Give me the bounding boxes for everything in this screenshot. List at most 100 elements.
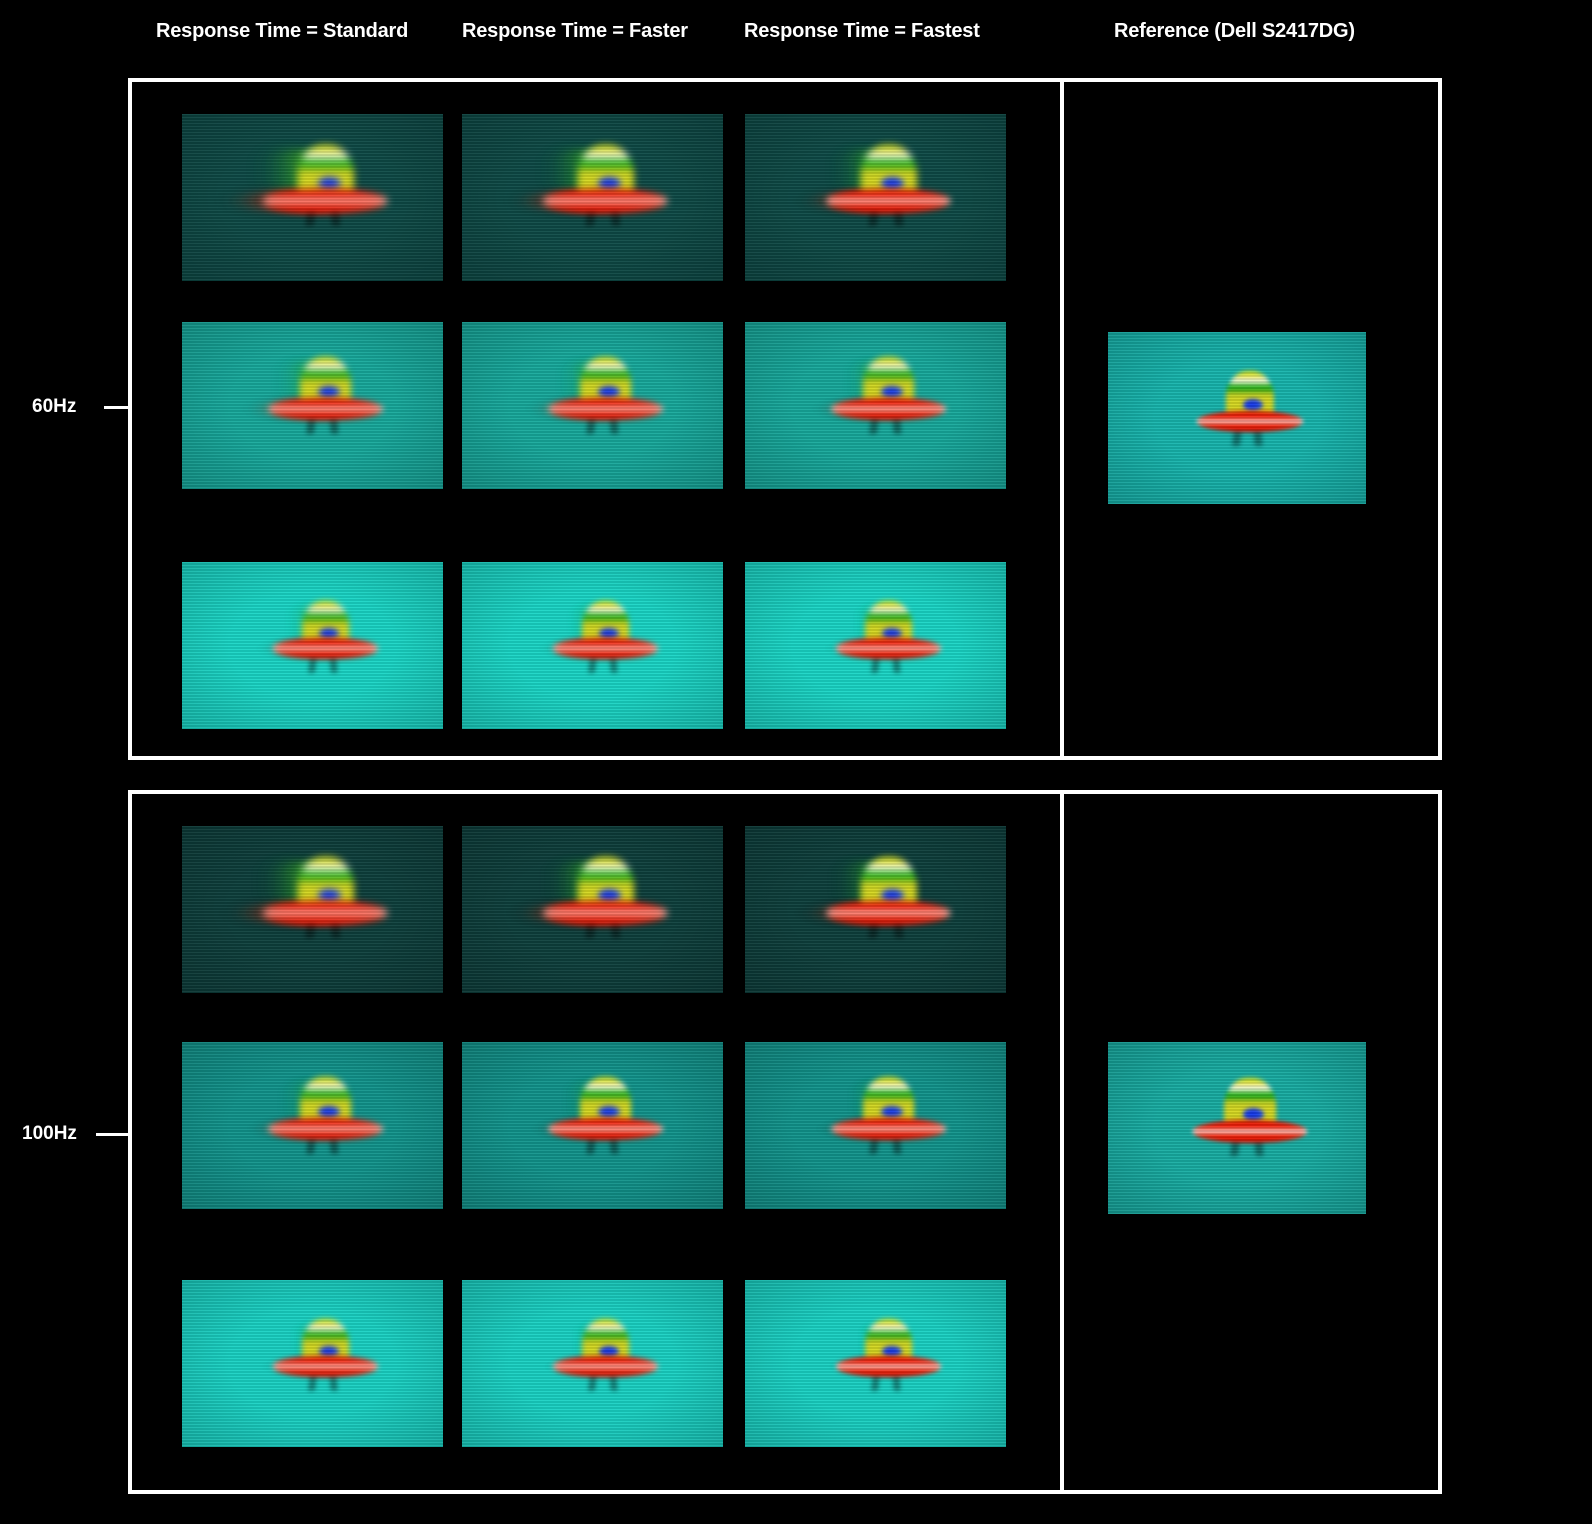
ufo-cell-100hz-fastest-medium (745, 1042, 1006, 1209)
column-header-standard: Response Time = Standard (156, 20, 409, 42)
ufo-sprite (182, 826, 443, 993)
ufo-body (547, 1117, 664, 1140)
ufo-cockpit-window (881, 627, 902, 639)
ufo-sprite (462, 1042, 723, 1209)
ufo-cell-60hz-standard-light (182, 562, 443, 729)
ufo-cockpit-window (317, 176, 342, 190)
ufo-body (830, 397, 947, 420)
ufo-body (1196, 410, 1304, 432)
ufo-cell-100hz-faster-dark (462, 826, 723, 993)
ufo-screen (462, 826, 723, 993)
ufo-sprite (182, 1280, 443, 1447)
ufo-cockpit-window (597, 176, 622, 190)
ufo-screen (745, 114, 1006, 281)
ufo-screen (745, 322, 1006, 489)
ufo-screen (745, 826, 1006, 993)
ufo-cell-60hz-fastest-medium (745, 322, 1006, 489)
ufo-sprite (1108, 1042, 1366, 1214)
panel-100hz (128, 790, 1442, 1494)
ufo-cell-100hz-reference (1108, 1042, 1366, 1214)
ufo-body (552, 638, 659, 659)
ufo-screen (182, 826, 443, 993)
ufo-cockpit-window (880, 888, 905, 902)
test-cells-60hz (132, 82, 1060, 756)
ufo-cockpit-window (318, 627, 339, 639)
ufo-sprite (1108, 332, 1366, 504)
ufo-screen (745, 1042, 1006, 1209)
ufo-sprite (745, 826, 1006, 993)
row-label-100hz: 100Hz (22, 1123, 77, 1144)
ufo-sprite (462, 114, 723, 281)
ufo-screen (182, 322, 443, 489)
ufo-cell-100hz-standard-light (182, 1280, 443, 1447)
ufo-cell-100hz-fastest-light (745, 1280, 1006, 1447)
ufo-sprite (182, 562, 443, 729)
ufo-screen (462, 1042, 723, 1209)
ufo-screen (745, 1280, 1006, 1447)
ufo-cockpit-window (598, 627, 619, 639)
ufo-cell-60hz-standard-dark (182, 114, 443, 281)
ufo-cell-100hz-faster-light (462, 1280, 723, 1447)
panel-60hz (128, 78, 1442, 760)
ufo-cell-60hz-faster-light (462, 562, 723, 729)
ufo-body (1192, 1119, 1308, 1143)
ufo-cell-100hz-fastest-dark (745, 826, 1006, 993)
ufo-body (543, 901, 668, 925)
ufo-body (267, 1117, 384, 1140)
ufo-sprite (745, 562, 1006, 729)
ufo-sprite (745, 322, 1006, 489)
ufo-cell-100hz-standard-dark (182, 826, 443, 993)
ufo-screen (462, 562, 723, 729)
reference-cell-60hz (1064, 82, 1438, 756)
ufo-screen (462, 114, 723, 281)
ufo-cell-60hz-fastest-dark (745, 114, 1006, 281)
ufo-body (272, 1356, 379, 1377)
column-header-faster: Response Time = Faster (462, 20, 688, 42)
ufo-screen (182, 1280, 443, 1447)
ufo-cell-60hz-faster-medium (462, 322, 723, 489)
ufo-body (835, 1356, 942, 1377)
ufo-cockpit-window (317, 888, 342, 902)
ufo-cell-100hz-faster-medium (462, 1042, 723, 1209)
ufo-sprite (462, 1280, 723, 1447)
ufo-cell-60hz-standard-medium (182, 322, 443, 489)
ufo-cell-60hz-fastest-light (745, 562, 1006, 729)
ufo-screen (745, 562, 1006, 729)
row-label-60hz: 60Hz (32, 396, 77, 417)
ufo-sprite (745, 114, 1006, 281)
ufo-sprite (462, 322, 723, 489)
ufo-screen (182, 114, 443, 281)
ufo-screen (1108, 332, 1366, 504)
ufo-cockpit-window (597, 888, 622, 902)
ufo-body (263, 189, 388, 213)
ufo-cockpit-window (881, 1345, 902, 1357)
ufo-cell-60hz-reference (1108, 332, 1366, 504)
ufo-cockpit-window (598, 1345, 619, 1357)
ufo-sprite (462, 562, 723, 729)
ufo-screen (1108, 1042, 1366, 1214)
ufo-body (835, 638, 942, 659)
reference-cell-100hz (1064, 794, 1438, 1490)
ufo-body (263, 901, 388, 925)
ufo-sprite (745, 1280, 1006, 1447)
ufo-cell-60hz-faster-dark (462, 114, 723, 281)
ufo-body (547, 397, 664, 420)
ufo-body (830, 1117, 947, 1140)
ufo-screen (462, 322, 723, 489)
column-header-fastest: Response Time = Fastest (744, 20, 980, 42)
ufo-sprite (462, 826, 723, 993)
column-header-reference: Reference (Dell S2417DG) (1114, 20, 1355, 42)
ufo-cockpit-window (318, 1345, 339, 1357)
ufo-body (267, 397, 384, 420)
ufo-cockpit-window (880, 176, 905, 190)
ufo-body (552, 1356, 659, 1377)
ufo-screen (462, 1280, 723, 1447)
column-header-row: Response Time = Standard Response Time =… (0, 0, 1592, 60)
ufo-body (826, 901, 951, 925)
ufo-cell-100hz-standard-medium (182, 1042, 443, 1209)
ufo-body (826, 189, 951, 213)
ufo-sprite (182, 1042, 443, 1209)
ufo-sprite (182, 114, 443, 281)
ufo-cockpit-window (1242, 1107, 1265, 1121)
ufo-sprite (745, 1042, 1006, 1209)
